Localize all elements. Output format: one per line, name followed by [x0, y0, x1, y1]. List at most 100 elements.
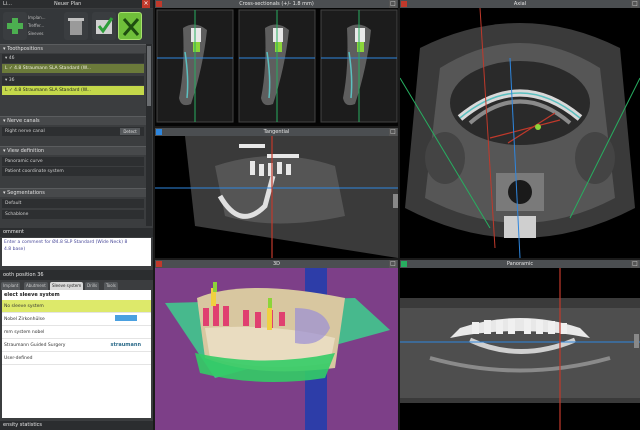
tab-tools[interactable]: Tools: [104, 282, 118, 290]
tab-abutment[interactable]: Abutment: [24, 282, 48, 290]
sleeve-item-mm[interactable]: mm system nobel: [2, 326, 151, 339]
viewport-title: 3D: [272, 261, 281, 267]
viewport-color-icon: [156, 1, 162, 7]
plan-line: Sleeves: [28, 31, 44, 36]
maximize-icon[interactable]: □: [389, 128, 397, 136]
maximize-icon[interactable]: □: [389, 0, 397, 8]
tab-sleeve-system[interactable]: Sleeve system: [50, 282, 84, 290]
density-statistics-header: ensity statistics: [0, 421, 153, 430]
nerve-canal-item[interactable]: Right nerve canal Detect: [2, 127, 144, 136]
seg-item-label: Default: [5, 201, 22, 206]
plan-info: Implan... Treffer... Sleeves: [28, 14, 56, 40]
section-nerve-canals[interactable]: ▾ Nerve canals: [0, 116, 146, 125]
view-item-label: Panoramic curve: [5, 159, 43, 164]
comment-header: omment: [0, 228, 153, 237]
straumann-logo: straumann: [111, 341, 141, 350]
axial-image: [400, 8, 640, 258]
comment-line: 4.8 base): [4, 247, 26, 252]
tooth-36-label: 36: [8, 78, 15, 83]
view-item-panoramic[interactable]: Panoramic curve: [2, 157, 144, 166]
sleeve-item-nobel[interactable]: Nobel Zirkonhülse: [2, 313, 151, 326]
viewport-color-icon: [156, 261, 162, 267]
maximize-icon[interactable]: □: [631, 260, 639, 268]
view-item-coordinate[interactable]: Patient coordinate system: [2, 167, 144, 176]
sleeve-item-label: Nobel Zirkonhülse: [4, 317, 45, 322]
maximize-icon[interactable]: □: [389, 260, 397, 268]
viewport-header: Axial □: [400, 0, 640, 8]
viewport-tangential[interactable]: Tangential □: [155, 128, 398, 258]
viewport-axial[interactable]: Axial □: [400, 0, 640, 258]
tooth-36-row[interactable]: ▾ 36: [2, 76, 144, 85]
viewport-3d[interactable]: 3D □: [155, 260, 398, 430]
sleeve-item-none[interactable]: No sleeve system: [2, 300, 151, 313]
nobel-logo: [115, 315, 137, 321]
seg-item-label: Schablone: [5, 212, 29, 217]
left-scrollbar[interactable]: [146, 44, 152, 226]
implant-36-row[interactable]: L ✓ 4.8 Straumann SLA Standard (W...: [2, 86, 144, 95]
section-view-definition[interactable]: ▾ View definition: [0, 146, 146, 155]
viewport-color-icon: [156, 129, 162, 135]
cross-sectional-images: [155, 8, 398, 126]
maximize-icon[interactable]: □: [631, 0, 639, 8]
section-label: Nerve canals: [7, 118, 40, 124]
sleeve-item-user-defined[interactable]: User-defined: [2, 352, 151, 365]
sleeve-tool-button[interactable]: [92, 12, 116, 40]
toolbar: Implan... Treffer... Sleeves Neuer Plan: [0, 1, 153, 44]
straumann-logo-text: straumann: [110, 342, 141, 348]
close-icon[interactable]: ×: [142, 0, 150, 8]
delete-button[interactable]: [64, 12, 88, 40]
implant-prefix: L ✓ 4.8: [5, 88, 22, 93]
section-label: View definition: [7, 148, 45, 154]
panoramic-image: [400, 268, 640, 430]
scrollbar-thumb[interactable]: [147, 46, 151, 106]
tab-drills[interactable]: Drills: [85, 282, 100, 290]
viewport-cross-sectionals[interactable]: Cross-sectionals (+/- 1.8 mm) □: [155, 0, 398, 126]
tab-implant[interactable]: Implant: [1, 282, 21, 290]
left-panel: Li... × Implan... Treffer... Sleeves Neu…: [0, 0, 153, 430]
implant-46-row[interactable]: L ✓ 4.8 Straumann SLA Standard (W...: [2, 64, 144, 73]
new-plan-label: Neuer Plan: [54, 1, 82, 7]
plan-line: Treffer...: [28, 23, 45, 28]
checkbox-icon: [96, 17, 114, 34]
sleeve-item-label: No sleeve system: [4, 304, 44, 309]
section-segmentations[interactable]: ▾ Segmentations: [0, 188, 146, 197]
view-item-label: Patient coordinate system: [5, 169, 64, 174]
section-toothpositions[interactable]: ▾ Toothpositions: [0, 44, 146, 53]
detect-button[interactable]: Detect: [120, 128, 140, 135]
tangential-image: [155, 136, 398, 258]
3d-render: [155, 268, 398, 430]
sleeve-item-straumann[interactable]: Straumann Guided Surgery straumann: [2, 339, 151, 352]
implant-prefix: L ✓ 4.8: [5, 66, 22, 71]
viewport-header: 3D □: [155, 260, 398, 268]
nerve-label: Right nerve canal: [5, 129, 45, 134]
tooth-46-row[interactable]: ▾ 46: [2, 54, 144, 63]
viewport-header: Cross-sectionals (+/- 1.8 mm) □: [155, 0, 398, 8]
section-label: Segmentations: [7, 190, 45, 196]
tooth-position-title: ooth position 36: [3, 272, 44, 278]
seg-item-default[interactable]: Default: [2, 199, 144, 208]
viewport-header: Panoramic □: [400, 260, 640, 268]
tooth-position-tabs: Implant Abutment Sleeve system Drills To…: [0, 281, 153, 290]
viewport-title: Axial: [513, 1, 527, 7]
sleeve-select-title: elect sleeve system: [4, 292, 60, 298]
viewport-title: Tangential: [263, 129, 290, 135]
implant-36-label: Straumann SLA Standard (W...: [22, 88, 91, 93]
implant-46-label: Straumann SLA Standard (W...: [22, 66, 91, 71]
seg-item-schablone[interactable]: Schablone: [2, 210, 144, 219]
sleeve-item-label: User-defined: [4, 356, 33, 361]
viewport-color-icon: [401, 261, 407, 267]
viewport-header: Tangential □: [155, 128, 398, 136]
add-implant-button[interactable]: [3, 12, 27, 40]
tooth-position-header: ooth position 36: [0, 270, 153, 280]
section-label: Toothpositions: [7, 46, 43, 52]
comment-line: Enter a comment for Ø4.8 SLP Standard (W…: [4, 240, 128, 245]
viewport-title: Panoramic: [506, 261, 534, 267]
view-tool-button[interactable]: [118, 12, 142, 40]
sleeve-system-list: elect sleeve system No sleeve system Nob…: [2, 290, 151, 418]
sleeve-item-label: mm system nobel: [4, 330, 45, 335]
sleeve-item-label: Straumann Guided Surgery: [4, 343, 66, 348]
comment-input[interactable]: Enter a comment for Ø4.8 SLP Standard (W…: [2, 238, 151, 266]
tooth-46-label: 46: [8, 56, 15, 61]
density-title: ensity statistics: [3, 422, 43, 428]
viewport-panoramic[interactable]: Panoramic □: [400, 260, 640, 430]
